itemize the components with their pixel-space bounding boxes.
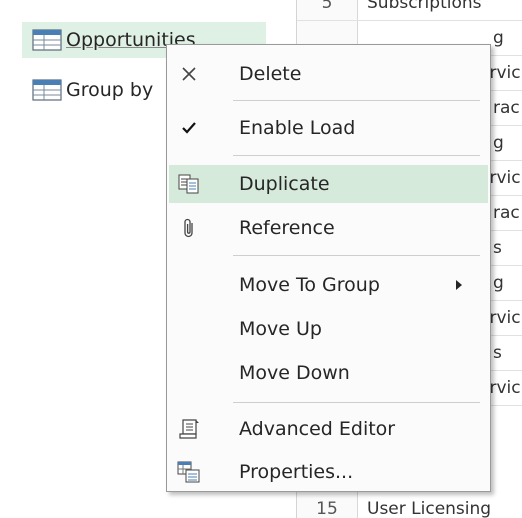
row-number: 15: [297, 492, 358, 518]
menu-item-duplicate[interactable]: Duplicate: [169, 165, 488, 203]
checkmark-icon: [177, 116, 201, 140]
menu-item-label: Duplicate: [239, 173, 330, 195]
table-cell: User Licensing: [367, 499, 492, 518]
menu-item-properties[interactable]: Properties...: [169, 453, 488, 491]
table-cell: g: [493, 133, 504, 153]
menu-item-label: Move To Group: [239, 274, 380, 296]
table-cell: g: [493, 28, 504, 48]
menu-item-label: Move Down: [239, 362, 350, 384]
duplicate-icon: [177, 172, 201, 196]
properties-table-icon: [177, 460, 201, 484]
menu-item-label: Enable Load: [239, 117, 356, 139]
menu-item-reference[interactable]: Reference: [169, 209, 488, 247]
menu-separator: [233, 402, 480, 403]
menu-item-move-up[interactable]: Move Up: [169, 310, 488, 348]
table-cell: Subscriptions: [367, 0, 482, 13]
table-cell: rac: [493, 203, 520, 223]
menu-item-enable-load[interactable]: Enable Load: [169, 109, 488, 147]
menu-item-delete[interactable]: Delete: [169, 55, 488, 93]
row-number: 5: [297, 0, 358, 20]
table-row[interactable]: 5 Subscriptions: [297, 0, 522, 21]
table-cell: s: [493, 238, 502, 258]
menu-separator: [233, 255, 480, 256]
menu-item-label: Advanced Editor: [239, 418, 396, 440]
submenu-arrow-icon: [456, 280, 462, 290]
query-item-group-by[interactable]: Group by: [22, 72, 153, 108]
query-label: Group by: [66, 79, 154, 101]
menu-item-move-down[interactable]: Move Down: [169, 354, 488, 392]
menu-item-label: Properties...: [239, 461, 354, 483]
menu-item-label: Move Up: [239, 318, 322, 340]
table-icon: [32, 29, 62, 51]
menu-separator: [233, 155, 480, 156]
menu-item-label: Reference: [239, 217, 335, 239]
table-cell: rac: [493, 98, 520, 118]
table-cell: g: [493, 273, 504, 293]
paperclip-icon: [177, 216, 201, 240]
delete-x-icon: [177, 62, 201, 86]
menu-item-advanced-editor[interactable]: Advanced Editor: [169, 410, 488, 448]
table-cell: s: [493, 343, 502, 363]
menu-item-move-to-group[interactable]: Move To Group: [169, 266, 488, 304]
menu-item-label: Delete: [239, 63, 302, 85]
table-icon: [32, 79, 62, 101]
scroll-document-icon: [177, 417, 201, 441]
menu-separator: [233, 100, 480, 101]
table-row[interactable]: 15 User Licensing: [297, 492, 522, 518]
context-menu: Delete Enable Load Duplicate Reference M…: [166, 44, 491, 492]
